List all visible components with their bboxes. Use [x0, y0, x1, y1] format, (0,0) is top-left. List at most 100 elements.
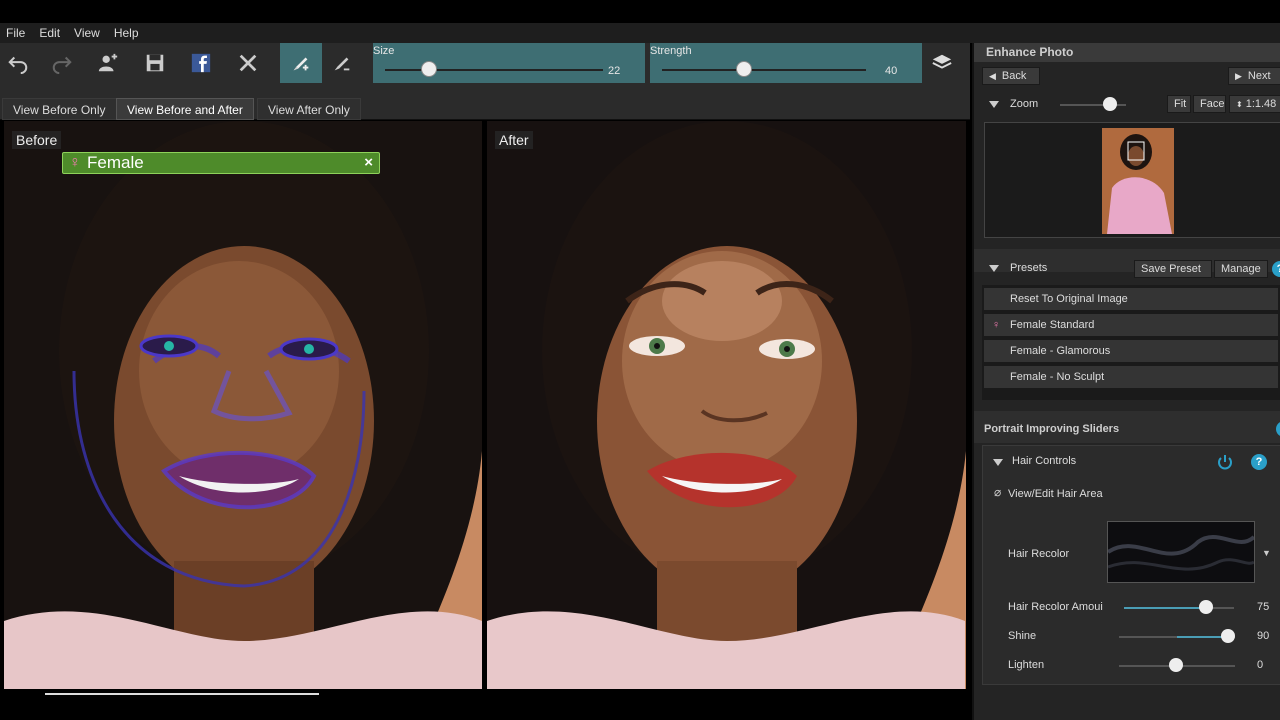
- strength-track: [662, 69, 866, 71]
- manage-presets-button[interactable]: Manage: [1214, 260, 1268, 278]
- sliders-title: Portrait Improving Sliders: [984, 423, 1120, 435]
- preset-female-glamorous[interactable]: Female - Glamorous: [984, 340, 1278, 362]
- next-button[interactable]: ▶ Next: [1228, 67, 1280, 85]
- facebook-icon: [191, 53, 211, 73]
- presets-label: Presets: [1010, 262, 1048, 274]
- redo-icon: [52, 56, 72, 74]
- navigator-preview[interactable]: [984, 122, 1280, 238]
- view-edit-hair-link[interactable]: View/Edit Hair Area: [1008, 488, 1103, 500]
- undo-button[interactable]: [0, 46, 36, 80]
- ratio-stepper-icon: ⬍: [1236, 99, 1243, 109]
- save-button[interactable]: [137, 46, 173, 80]
- hair-recolor-amount-label: Hair Recolor Amoui: [1008, 601, 1103, 613]
- close-button[interactable]: [230, 46, 266, 80]
- zoom-label: Zoom: [1010, 98, 1039, 110]
- lighten-knob[interactable]: [1169, 658, 1183, 672]
- strength-slider[interactable]: Strength 40: [650, 43, 922, 83]
- hair-recolor-amount-value: 75: [1257, 601, 1270, 613]
- tab-after-only[interactable]: View After Only: [257, 98, 361, 120]
- size-value: 22: [608, 65, 621, 77]
- back-label: Back: [1001, 70, 1027, 82]
- face-tag[interactable]: ♀ Female ×: [62, 152, 380, 174]
- size-track: [385, 69, 603, 71]
- presets-help-icon[interactable]: ?: [1272, 261, 1280, 277]
- menu-file[interactable]: File: [6, 26, 25, 40]
- face-tag-label: Female: [87, 153, 144, 172]
- brush-icon: ⌀: [994, 485, 1002, 499]
- navigator-thumbnail: [1102, 128, 1174, 234]
- hair-recolor-swatch[interactable]: [1106, 521, 1256, 583]
- after-photo[interactable]: After: [487, 121, 966, 689]
- fit-button[interactable]: Fit: [1167, 95, 1191, 113]
- horizontal-scrollbar[interactable]: [45, 693, 319, 695]
- shine-label: Shine: [1008, 630, 1037, 642]
- zoom-collapse-icon[interactable]: [989, 101, 999, 108]
- size-knob[interactable]: [421, 61, 437, 77]
- shine-knob[interactable]: [1221, 629, 1235, 643]
- screen-top-edge: [0, 0, 1280, 23]
- back-button[interactable]: ◀ Back: [982, 67, 1040, 85]
- brush-add-button[interactable]: [280, 43, 322, 83]
- toolbar: Size 22 Strength 40: [0, 43, 970, 83]
- next-arrow-icon: ▶: [1235, 70, 1242, 81]
- zoom-ratio-field[interactable]: ⬍ 1:1.48: [1229, 95, 1280, 113]
- add-person-icon: [98, 53, 118, 72]
- close-icon: [239, 54, 257, 72]
- brush-plus-icon: [293, 57, 309, 71]
- female-icon: ♀: [69, 154, 81, 171]
- zoom-ratio-value: 1:1.48: [1245, 98, 1277, 110]
- back-arrow-icon: ◀: [989, 70, 996, 81]
- after-label: After: [495, 131, 533, 149]
- tab-before-only[interactable]: View Before Only: [2, 98, 117, 120]
- before-portrait: [4, 121, 482, 689]
- power-icon[interactable]: [1216, 453, 1234, 471]
- lighten-value: 0: [1257, 659, 1264, 671]
- add-face-button[interactable]: [90, 46, 126, 80]
- hair-recolor-label: Hair Recolor: [1008, 548, 1070, 560]
- strength-knob[interactable]: [736, 61, 752, 77]
- save-preset-button[interactable]: Save Preset: [1134, 260, 1212, 278]
- layers-button[interactable]: [924, 46, 960, 80]
- face-button[interactable]: Face: [1193, 95, 1226, 113]
- before-photo[interactable]: Before: [4, 121, 482, 689]
- presets-collapse-icon[interactable]: [989, 265, 999, 272]
- brush-minus-icon: [334, 57, 350, 71]
- menu-bar: File Edit View Help: [0, 23, 1280, 43]
- undo-icon: [8, 56, 28, 74]
- face-tag-close-icon[interactable]: ×: [364, 154, 373, 171]
- redo-button[interactable]: [44, 46, 80, 80]
- lighten-label: Lighten: [1008, 659, 1045, 671]
- enhance-photo-header: Enhance Photo: [974, 43, 1280, 62]
- tab-before-and-after[interactable]: View Before and After: [116, 98, 254, 120]
- menu-view[interactable]: View: [74, 26, 100, 40]
- strength-value: 40: [885, 65, 898, 77]
- preset-female-standard-label: Female Standard: [1010, 319, 1095, 331]
- preset-female-no-sculpt[interactable]: Female - No Sculpt: [984, 366, 1278, 388]
- right-panel: Enhance Photo ◀ Back ▶ Next Zoom Fit Fac…: [972, 43, 1280, 720]
- hair-recolor-amount-knob[interactable]: [1199, 600, 1213, 614]
- layers-icon: [932, 54, 952, 69]
- facebook-share-button[interactable]: [183, 46, 219, 80]
- female-preset-icon: ♀: [992, 319, 1001, 331]
- view-tabs: View Before Only View Before and After V…: [0, 83, 970, 120]
- before-label: Before: [12, 131, 62, 149]
- size-label: Size: [373, 45, 395, 57]
- hair-controls-collapse-icon[interactable]: [993, 459, 1003, 466]
- strength-label: Strength: [650, 45, 692, 57]
- shine-value: 90: [1257, 630, 1270, 642]
- brush-erase-button[interactable]: [324, 46, 360, 80]
- hair-recolor-amount-fill: [1124, 607, 1206, 609]
- next-label: Next: [1247, 70, 1271, 82]
- menu-help[interactable]: Help: [114, 26, 139, 40]
- preset-female-standard[interactable]: ♀ Female Standard: [984, 314, 1278, 336]
- hair-texture: [1106, 522, 1256, 582]
- hair-controls-label: Hair Controls: [1012, 455, 1077, 467]
- preset-reset[interactable]: Reset To Original Image: [984, 288, 1278, 310]
- save-icon: [146, 54, 164, 72]
- after-portrait: [487, 121, 966, 689]
- size-slider[interactable]: Size 22: [373, 43, 645, 83]
- hair-recolor-dropdown-icon[interactable]: ▼: [1262, 548, 1271, 558]
- menu-edit[interactable]: Edit: [39, 26, 60, 40]
- hair-help-icon[interactable]: ?: [1251, 454, 1267, 470]
- zoom-knob[interactable]: [1103, 97, 1117, 111]
